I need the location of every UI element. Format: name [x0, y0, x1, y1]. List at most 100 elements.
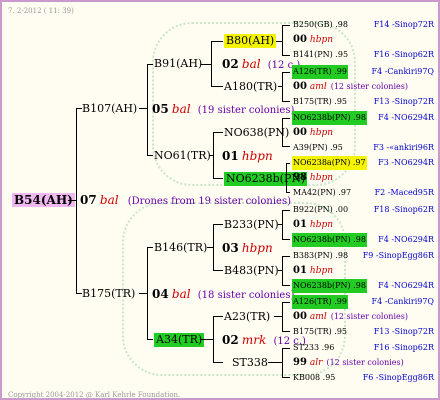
ancestor-label[interactable]: A39(PN) .95 [292, 141, 344, 155]
connector [282, 25, 290, 26]
node-b91[interactable]: B91(AH) [154, 57, 202, 71]
connector [147, 155, 153, 156]
ancestor-label[interactable]: ST233 .96 [292, 341, 335, 355]
connector [282, 72, 283, 102]
connector [213, 132, 223, 133]
ancestor-mating-number: 00 [293, 311, 307, 322]
gen2-bottom-mating: 04 bal (18 sister colonies) [152, 287, 294, 303]
ancestor-mating: 01 hbpn [293, 264, 333, 278]
ancestor-code: F4 -Cankiri97Q [371, 297, 434, 306]
connector [282, 348, 283, 378]
ancestor-label[interactable]: NO6238b(PN) .98 [292, 111, 367, 125]
ancestor-label[interactable]: KB008 .95 [292, 371, 336, 385]
root-queen[interactable]: B54(AH) [12, 193, 75, 207]
gen3-b-race: hbpn [241, 149, 273, 163]
connector [147, 64, 148, 156]
ancestor-mating: 01 hbpn [293, 218, 333, 232]
connector [213, 316, 223, 317]
ancestor-mating-note: (12 sister colonies) [330, 82, 408, 91]
gen1-mating: 07 bal (Drones from 19 sister colonies) [80, 193, 291, 209]
ancestor-label[interactable]: B141(PN) .95 [292, 48, 349, 62]
connector [282, 331, 290, 332]
node-a23[interactable]: A23(TR) [224, 310, 270, 324]
gen3-a-number: 02 [222, 57, 239, 71]
ancestor-code: F14 -Sinop72R [373, 20, 434, 29]
ancestor-mating-race: hbpn [309, 173, 334, 183]
node-st338[interactable]: ST338 [232, 356, 268, 370]
ancestor-label[interactable]: A126(TR) .99 [292, 295, 348, 309]
connector [211, 41, 223, 42]
node-b107[interactable]: B107(AH) [82, 102, 137, 116]
node-b146[interactable]: B146(TR) [154, 241, 207, 255]
node-b483[interactable]: B483(PN) [224, 264, 279, 278]
date-line: 7. 2-2012 ( 11: 39) [8, 7, 74, 15]
gen2-bottom-race: bal [171, 287, 191, 301]
node-b175[interactable]: B175(TR) [82, 287, 135, 301]
ancestor-label[interactable]: B922(PN) .00 [292, 203, 349, 217]
connector [282, 210, 283, 240]
node-no638[interactable]: NO638(PN) [224, 126, 289, 140]
gen3-a-race: bal [241, 57, 261, 71]
ancestor-code: F3 -NO6294R [378, 158, 434, 167]
node-b233[interactable]: B233(PN) [224, 218, 279, 232]
ancestor-mating-note: (12 sister colonies) [326, 358, 404, 367]
ancestor-code: F3 -«ankiri96R [373, 143, 434, 152]
gen2-top-number: 05 [152, 102, 169, 116]
ancestor-code: F4 -Cankiri97Q [371, 67, 434, 76]
gen3-c-race: hbpn [241, 241, 273, 255]
connector [282, 101, 290, 102]
ancestor-code: F6 -SinopEgg86R [362, 373, 434, 382]
ancestor-label[interactable]: NO6238a(PN) .97 [292, 156, 367, 170]
ancestor-label[interactable]: B175(TR) .95 [292, 95, 348, 109]
gen3-d-race: mrk [241, 333, 267, 347]
ancestor-label[interactable]: NO6238b(PN) .98 [292, 233, 367, 247]
gen3-c-mating: 03 hbpn [222, 241, 273, 257]
ancestor-mating-number: 01 [293, 219, 307, 230]
gen3-d-number: 02 [222, 333, 239, 347]
connector [213, 362, 223, 363]
connector [213, 178, 223, 179]
connector [147, 339, 153, 340]
ancestor-mating-note: (12 sister colonies) [330, 312, 408, 321]
ancestor-label[interactable]: B250(GB) .98 [292, 18, 349, 32]
connector [286, 163, 287, 193]
ancestor-mating: 98 hbpn [293, 171, 333, 185]
node-no61[interactable]: NO61(TR) [154, 149, 211, 163]
gen1-number: 07 [80, 193, 97, 207]
connector [282, 256, 283, 286]
ancestor-label[interactable]: B175(TR) .95 [292, 325, 348, 339]
ancestor-mating-race: hbpn [309, 35, 334, 45]
ancestor-code: F4 -NO6294R [378, 235, 434, 244]
ancestor-label[interactable]: MA42(PN) .97 [292, 186, 352, 200]
connector [282, 348, 290, 349]
gen2-top-race: bal [171, 102, 191, 116]
node-a34[interactable]: A34(TR) [154, 333, 205, 347]
connector [282, 302, 283, 332]
gen3-a-mating: 02 bal (12 c.) [222, 57, 300, 73]
ancestor-mating-number: 00 [293, 34, 307, 45]
ancestor-code: F13 -Sinop72R [373, 327, 434, 336]
gen1-note: (Drones from 19 sister colonies) [127, 196, 292, 207]
connector [147, 64, 153, 65]
ancestor-label[interactable]: B383(PN) .98 [292, 249, 349, 263]
connector [274, 316, 282, 317]
connector [139, 108, 147, 109]
node-a180[interactable]: A180(TR) [224, 80, 277, 94]
connector [213, 224, 214, 271]
ancestor-mating-number: 99 [293, 357, 307, 368]
gen2-bottom-note: (18 sister colonies) [197, 290, 295, 301]
node-b80[interactable]: B80(AH) [224, 34, 277, 48]
connector [282, 285, 290, 286]
connector [211, 86, 223, 87]
connector [139, 293, 147, 294]
ancestor-mating-race: aml [309, 82, 327, 92]
ancestor-code: F4 -NO6294R [378, 281, 434, 290]
ancestor-label[interactable]: A126(TR) .99 [292, 65, 348, 79]
ancestor-code: F16 -Sinop62R [373, 343, 434, 352]
connector [213, 270, 223, 271]
ancestor-code: F13 -Sinop72R [373, 97, 434, 106]
ancestor-mating-race: hbpn [309, 266, 334, 276]
connector [282, 239, 290, 240]
connector [286, 163, 290, 164]
ancestor-label[interactable]: NO6238b(PN) .98 [292, 279, 367, 293]
